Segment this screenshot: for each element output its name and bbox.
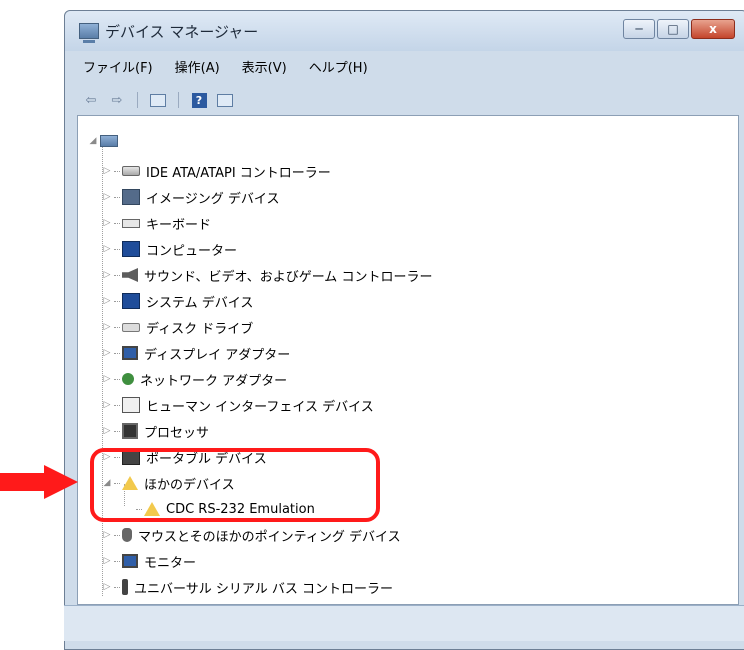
- expand-icon[interactable]: ▷: [102, 322, 112, 332]
- tree-item[interactable]: ▷ ユニバーサル シリアル バス コントローラー: [102, 576, 393, 598]
- back-button[interactable]: ⇦: [81, 91, 101, 109]
- usb-icon: [122, 579, 128, 595]
- tree-item[interactable]: ▷ キーボード: [102, 212, 211, 234]
- computer-icon: [122, 241, 140, 257]
- tree-item[interactable]: ▷ マウスとそのほかのポインティング デバイス: [102, 524, 401, 546]
- expand-icon[interactable]: ▷: [102, 582, 112, 592]
- tree-item[interactable]: ▷ プロセッサ: [102, 420, 209, 442]
- tree-item[interactable]: ▷ ヒューマン インターフェイス デバイス: [102, 394, 374, 416]
- tree-item[interactable]: ▷ イメージング デバイス: [102, 186, 279, 208]
- tree-item-label: ディスプレイ アダプター: [144, 347, 291, 363]
- disk-icon: [122, 322, 140, 332]
- tree-item-label: イメージング デバイス: [146, 191, 280, 207]
- expand-icon[interactable]: ▷: [102, 192, 112, 202]
- cpu-icon: [122, 423, 138, 439]
- window-controls: ─ □ x: [623, 19, 735, 39]
- arrow-head: [44, 465, 78, 499]
- keyboard-icon: [122, 218, 140, 228]
- tree-item-label: ユニバーサル シリアル バス コントローラー: [134, 581, 394, 597]
- speaker-icon: [122, 268, 138, 282]
- expand-icon[interactable]: ▷: [102, 374, 112, 384]
- tree-item[interactable]: ▷ ネットワーク アダプター: [102, 368, 287, 390]
- tree-item-label: キーボード: [146, 217, 212, 233]
- tree-item-label: システム デバイス: [146, 295, 254, 311]
- tree-item-label: モニター: [144, 555, 197, 571]
- expand-icon[interactable]: ▷: [102, 270, 112, 280]
- update-icon: [217, 93, 233, 107]
- tree-item-label: プロセッサ: [144, 425, 210, 441]
- tree-item[interactable]: ▷ ディスプレイ アダプター: [102, 342, 290, 364]
- tree-item-label: ヒューマン インターフェイス デバイス: [146, 399, 374, 415]
- expand-icon[interactable]: ▷: [102, 296, 112, 306]
- menu-bar: ファイル(F) 操作(A) 表示(V) ヘルプ(H): [73, 53, 739, 79]
- computer-icon: [122, 293, 140, 309]
- tree-item-label: マウスとそのほかのポインティング デバイス: [138, 529, 401, 545]
- tree-item[interactable]: ▷ コンピューター: [102, 238, 237, 260]
- arrow-shaft: [0, 473, 46, 491]
- menu-file[interactable]: ファイル(F): [83, 57, 153, 76]
- menu-action[interactable]: 操作(A): [175, 57, 220, 76]
- properties-button[interactable]: [148, 91, 168, 109]
- expand-icon[interactable]: ▷: [102, 218, 112, 228]
- device-manager-icon: [79, 23, 99, 43]
- device-manager-window: デバイス マネージャー ─ □ x ファイル(F) 操作(A) 表示(V) ヘル…: [64, 10, 744, 650]
- collapse-icon[interactable]: ◢: [88, 136, 98, 146]
- help-button[interactable]: ?: [189, 91, 209, 109]
- drive-icon: [122, 166, 140, 176]
- camera-icon: [122, 189, 140, 205]
- annotation-highlight-box: [90, 448, 380, 522]
- expand-icon[interactable]: ▷: [102, 426, 112, 436]
- tree-item[interactable]: ▷ サウンド、ビデオ、およびゲーム コントローラー: [102, 264, 432, 286]
- mouse-icon: [122, 528, 132, 542]
- expand-icon[interactable]: ▷: [102, 348, 112, 358]
- forward-button[interactable]: ⇨: [107, 91, 127, 109]
- expand-icon[interactable]: ▷: [102, 400, 112, 410]
- help-icon: ?: [191, 92, 207, 108]
- tree-item-label: コンピューター: [146, 243, 238, 259]
- tree-item[interactable]: ▷ ディスク ドライブ: [102, 316, 254, 338]
- toolbar-separator: [178, 92, 179, 108]
- tree-item-label: サウンド、ビデオ、およびゲーム コントローラー: [144, 269, 433, 285]
- window-title: デバイス マネージャー: [105, 23, 259, 41]
- tree-item[interactable]: ▷ IDE ATA/ATAPI コントローラー: [102, 160, 331, 182]
- tree-item-label: ディスク ドライブ: [146, 321, 254, 337]
- tree-item[interactable]: ▷ モニター: [102, 550, 196, 572]
- update-driver-button[interactable]: [215, 91, 235, 109]
- toolbar-separator: [137, 92, 138, 108]
- expand-icon[interactable]: ▷: [102, 530, 112, 540]
- maximize-button[interactable]: □: [657, 19, 689, 39]
- network-icon: [122, 373, 134, 385]
- status-bar: [64, 605, 744, 641]
- tree-item[interactable]: ▷ システム デバイス: [102, 290, 253, 312]
- properties-icon: [150, 93, 166, 107]
- device-tree[interactable]: ◢ ▷ IDE ATA/ATAPI コントローラー ▷ イメージング デバイス …: [77, 115, 739, 605]
- tree-item-label: IDE ATA/ATAPI コントローラー: [146, 165, 331, 181]
- expand-icon[interactable]: ▷: [102, 556, 112, 566]
- hid-icon: [122, 397, 140, 413]
- menu-view[interactable]: 表示(V): [242, 57, 287, 76]
- close-button[interactable]: x: [691, 19, 735, 39]
- monitor-icon: [122, 346, 138, 360]
- expand-icon[interactable]: ▷: [102, 244, 112, 254]
- monitor-icon: [122, 554, 138, 568]
- tree-root[interactable]: ◢: [88, 130, 124, 152]
- annotation-arrow: [0, 465, 78, 499]
- title-bar[interactable]: デバイス マネージャー ─ □ x: [65, 11, 744, 51]
- tree-item-label: ネットワーク アダプター: [140, 373, 288, 389]
- toolbar: ⇦ ⇨ ?: [73, 87, 739, 113]
- expand-icon[interactable]: ▷: [102, 166, 112, 176]
- minimize-button[interactable]: ─: [623, 19, 655, 39]
- menu-help[interactable]: ヘルプ(H): [309, 57, 368, 76]
- computer-root-icon: [100, 135, 118, 147]
